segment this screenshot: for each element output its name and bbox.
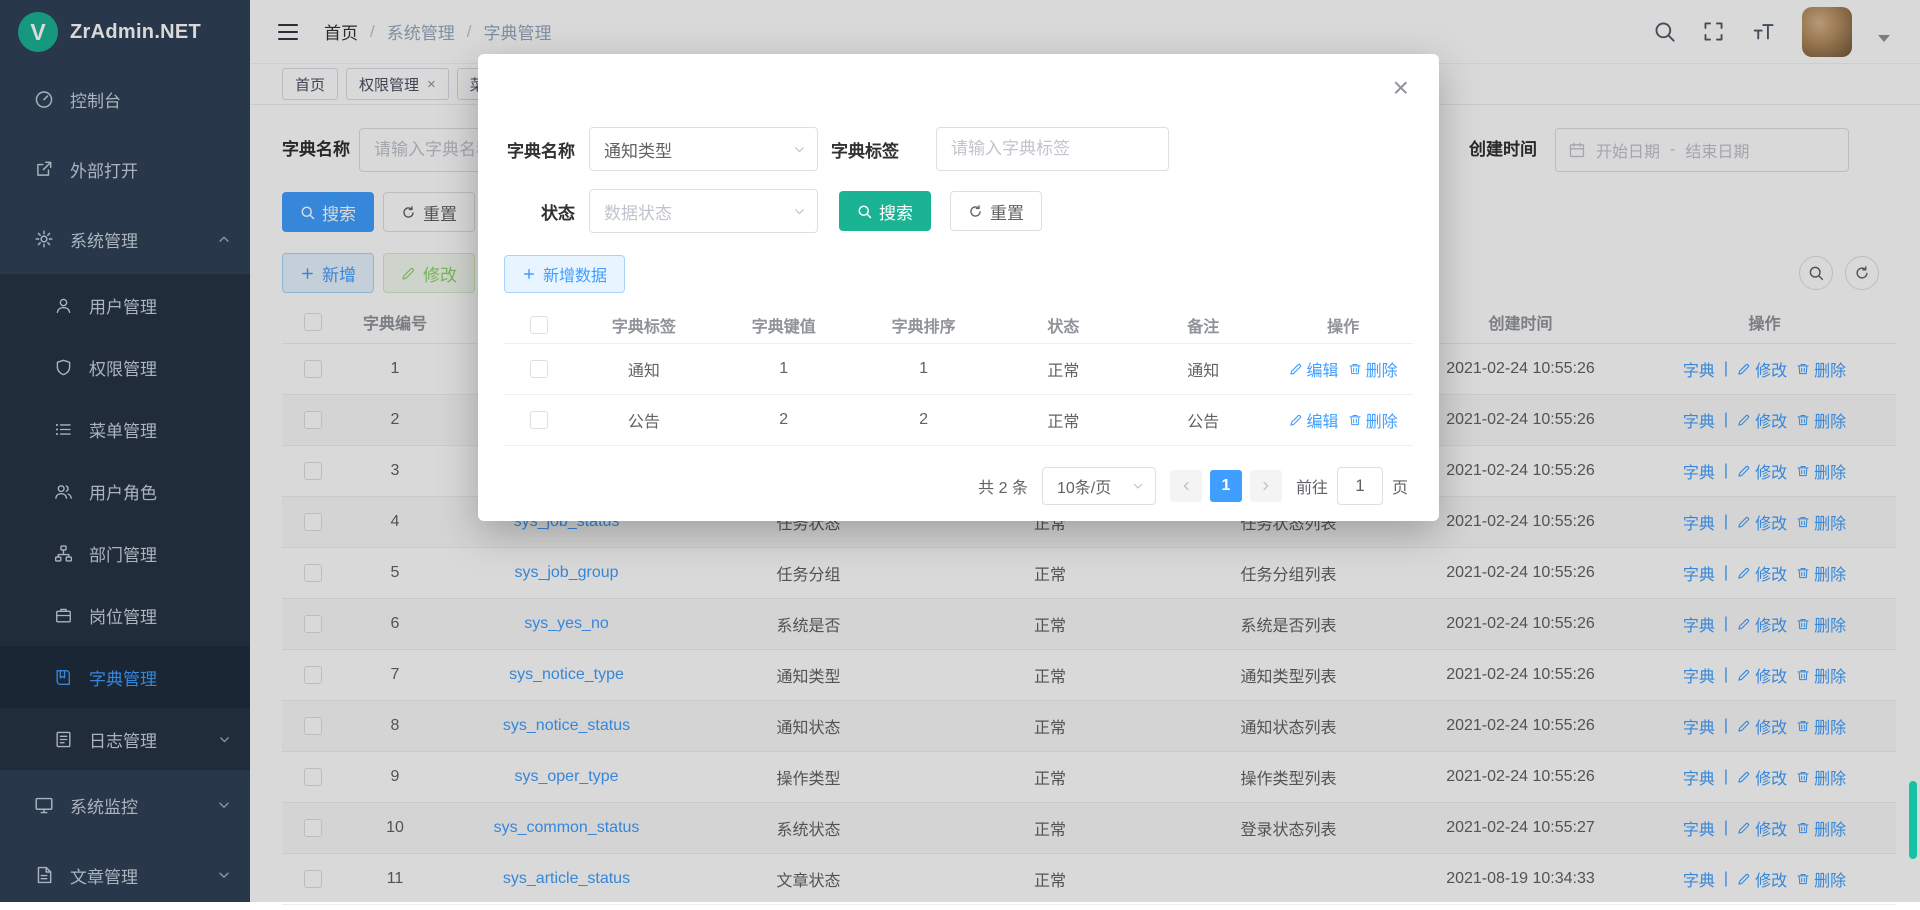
status-cell: 正常 [993,408,1133,432]
refresh-icon [968,204,983,219]
table-row: 公告 2 2 正常 公告 编辑 删除 [504,395,1413,446]
modal-reset-button[interactable]: 重置 [950,191,1042,231]
value-cell: 2 [714,411,854,429]
column-header-value: 字典键值 [714,313,854,337]
dict-label-input[interactable] [936,127,1169,171]
status-select[interactable]: 数据状态 [589,189,818,233]
selected-value: 10条/页 [1057,474,1111,498]
plus-icon [522,267,536,281]
chevron-down-icon [792,142,807,157]
close-icon[interactable]: × [1393,74,1409,102]
next-page-button[interactable] [1250,470,1282,502]
label-cell: 通知 [574,357,714,381]
pencil-icon [1289,413,1303,427]
select-placeholder: 数据状态 [604,199,672,224]
modal-filter-row-1: 字典名称 通知类型 字典标签 [504,127,1169,171]
chevron-down-icon [1131,479,1145,493]
scrollbar-thumb[interactable] [1909,781,1917,859]
trash-icon [1348,362,1362,376]
row-actions: 编辑 删除 [1273,408,1413,432]
sort-cell: 1 [854,360,994,378]
selected-value: 通知类型 [604,137,672,162]
prev-page-button[interactable] [1170,470,1202,502]
dict-name-select[interactable]: 通知类型 [589,127,818,171]
table-header-row: 字典标签 字典键值 字典排序 状态 备注 操作 [504,306,1413,344]
status-label: 状态 [504,199,575,224]
total-count: 共 2 条 [978,474,1028,498]
modal-filter-row-2: 状态 数据状态 搜索 重置 [504,189,1042,233]
column-header-ops: 操作 [1273,313,1413,337]
column-header-status: 状态 [993,313,1133,337]
column-header-remark: 备注 [1133,313,1273,337]
chevron-down-icon [792,204,807,219]
goto-page: 前往 页 [1296,467,1408,505]
select-all-checkbox[interactable] [530,316,548,334]
delete-link[interactable]: 删除 [1348,408,1398,432]
add-data-button[interactable]: 新增数据 [504,255,625,293]
page-number-current[interactable]: 1 [1210,470,1242,502]
modal-search-button[interactable]: 搜索 [839,191,931,231]
dict-name-label: 字典名称 [504,137,575,162]
goto-page-input[interactable] [1337,467,1383,505]
trash-icon [1348,413,1362,427]
chevron-left-icon [1179,479,1193,493]
remark-cell: 公告 [1133,408,1273,432]
value-cell: 1 [714,360,854,378]
page-size-select[interactable]: 10条/页 [1042,467,1156,505]
row-checkbox[interactable] [530,360,548,378]
chevron-right-icon [1259,479,1273,493]
search-icon [857,204,872,219]
remark-cell: 通知 [1133,357,1273,381]
edit-link[interactable]: 编辑 [1289,357,1339,381]
pencil-icon [1289,362,1303,376]
delete-link[interactable]: 删除 [1348,357,1398,381]
dict-data-dialog: × 字典名称 通知类型 字典标签 状态 数据状态 搜索 重置 新增数据 字典标 [478,54,1439,521]
row-checkbox[interactable] [530,411,548,429]
sort-cell: 2 [854,411,994,429]
row-actions: 编辑 删除 [1273,357,1413,381]
column-header-label: 字典标签 [574,313,714,337]
edit-link[interactable]: 编辑 [1289,408,1339,432]
dict-label-label: 字典标签 [828,137,899,162]
pagination: 共 2 条 10条/页 1 前往 页 [978,466,1408,506]
dict-data-table: 字典标签 字典键值 字典排序 状态 备注 操作 通知 1 1 正常 通知 编辑 [504,306,1413,446]
goto-label: 前往 [1296,474,1328,498]
page-word: 页 [1392,474,1408,498]
status-cell: 正常 [993,357,1133,381]
label-cell: 公告 [574,408,714,432]
column-header-sort: 字典排序 [854,313,994,337]
table-row: 通知 1 1 正常 通知 编辑 删除 [504,344,1413,395]
pager: 1 [1170,470,1282,502]
